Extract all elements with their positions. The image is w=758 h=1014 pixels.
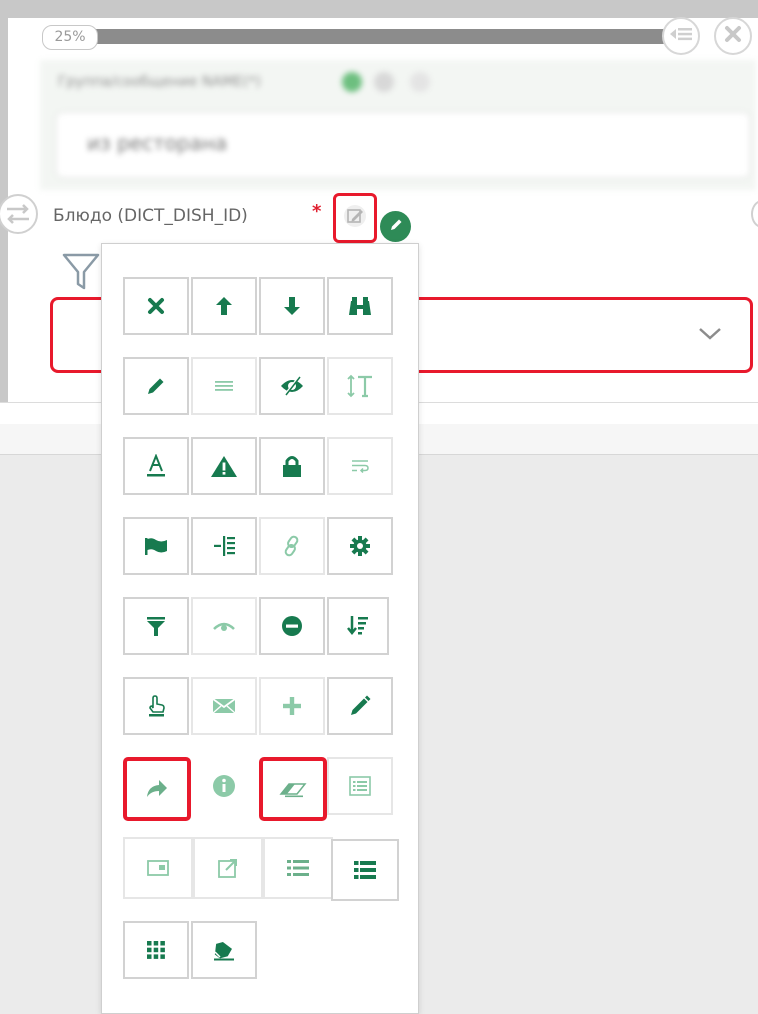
delete-icon xyxy=(146,296,166,316)
indent-icon xyxy=(211,534,237,558)
list-menu-button[interactable] xyxy=(662,17,700,55)
minus-circle-icon xyxy=(281,615,303,637)
close-icon xyxy=(724,25,742,47)
chevron-down-icon[interactable] xyxy=(697,325,723,345)
hide-button[interactable] xyxy=(259,357,325,415)
toolbar-popup xyxy=(101,243,419,1014)
swap-button[interactable] xyxy=(0,193,39,235)
grid-icon xyxy=(145,939,167,961)
eye-slash-icon xyxy=(279,375,305,397)
blurred-input-value: из ресторана xyxy=(87,131,228,155)
pen-button[interactable] xyxy=(327,677,393,735)
view-button[interactable] xyxy=(191,597,257,655)
list-bold-button[interactable] xyxy=(331,839,399,901)
open-external-button[interactable] xyxy=(193,837,263,899)
wrap-text-icon xyxy=(350,459,370,473)
grid-button[interactable] xyxy=(123,921,189,979)
mail-button[interactable] xyxy=(191,677,257,735)
filter-button[interactable] xyxy=(123,597,189,655)
blurred-field-label: Группа/сообщение NAME(*) xyxy=(58,74,261,90)
list-icon xyxy=(285,858,311,878)
warning-button[interactable] xyxy=(191,437,257,495)
share-arrow-icon xyxy=(145,779,169,799)
warning-icon xyxy=(210,454,238,478)
link-icon xyxy=(281,534,303,558)
erase-button[interactable] xyxy=(259,757,327,821)
pen-icon xyxy=(349,695,371,717)
list-lines-icon xyxy=(213,379,235,393)
sort-button[interactable] xyxy=(327,597,389,655)
pencil-small-icon xyxy=(388,217,404,237)
text-height-button[interactable] xyxy=(327,357,393,415)
flag-button[interactable] xyxy=(123,517,189,575)
lock-button[interactable] xyxy=(259,437,325,495)
edit-button[interactable] xyxy=(123,357,189,415)
binoculars-icon xyxy=(347,295,373,317)
link-button[interactable] xyxy=(259,517,325,575)
filter-icon xyxy=(145,615,167,637)
delete-button[interactable] xyxy=(123,277,189,335)
progress-label: 25% xyxy=(42,25,98,50)
eraser-fill-icon xyxy=(212,939,236,961)
progress-bar xyxy=(46,29,684,44)
gear-icon xyxy=(349,535,371,557)
list-alt-icon xyxy=(348,775,372,797)
info-button[interactable] xyxy=(191,757,257,815)
settings-button[interactable] xyxy=(327,517,393,575)
sort-amount-icon xyxy=(346,614,370,638)
window-icon xyxy=(146,859,170,877)
arrow-up-icon xyxy=(214,295,234,317)
details-button[interactable] xyxy=(327,757,393,815)
blurred-input: из ресторана xyxy=(56,112,750,178)
move-down-button[interactable] xyxy=(259,277,325,335)
eye-icon xyxy=(212,619,236,633)
text-color-button[interactable] xyxy=(123,437,189,495)
info-icon xyxy=(212,774,236,798)
add-button[interactable] xyxy=(259,677,325,735)
lock-icon xyxy=(281,454,303,478)
wrap-text-button[interactable] xyxy=(327,437,393,495)
clear-button[interactable] xyxy=(191,921,257,979)
close-button[interactable] xyxy=(714,17,752,55)
field-edit-button[interactable] xyxy=(333,193,377,243)
flag-icon xyxy=(143,536,169,556)
window-top-bar xyxy=(0,0,758,18)
blurred-field-icons xyxy=(340,66,440,96)
plus-icon xyxy=(281,695,303,717)
external-link-icon xyxy=(217,857,239,879)
text-height-icon xyxy=(346,374,374,398)
find-button[interactable] xyxy=(327,277,393,335)
arrow-down-icon xyxy=(282,295,302,317)
list-button[interactable] xyxy=(263,837,333,899)
list-bold-icon xyxy=(352,859,378,881)
required-marker: * xyxy=(312,201,322,222)
remove-button[interactable] xyxy=(259,597,325,655)
pointer-hand-icon xyxy=(145,694,167,718)
share-button[interactable] xyxy=(123,757,191,821)
list-lines-button[interactable] xyxy=(191,357,257,415)
list-icon xyxy=(670,26,692,46)
filter-icon[interactable] xyxy=(62,252,100,296)
pointer-button[interactable] xyxy=(123,677,189,735)
edit-icon xyxy=(343,204,367,232)
eraser-icon xyxy=(279,780,307,798)
pencil-icon xyxy=(146,376,166,396)
field-label: Блюдо (DICT_DISH_ID) xyxy=(53,206,248,226)
envelope-icon xyxy=(211,697,237,715)
swap-icon xyxy=(0,194,39,239)
window-button[interactable] xyxy=(123,837,193,899)
move-up-button[interactable] xyxy=(191,277,257,335)
field-status-indicator[interactable] xyxy=(380,211,411,242)
text-color-icon xyxy=(145,454,167,478)
indent-button[interactable] xyxy=(191,517,257,575)
